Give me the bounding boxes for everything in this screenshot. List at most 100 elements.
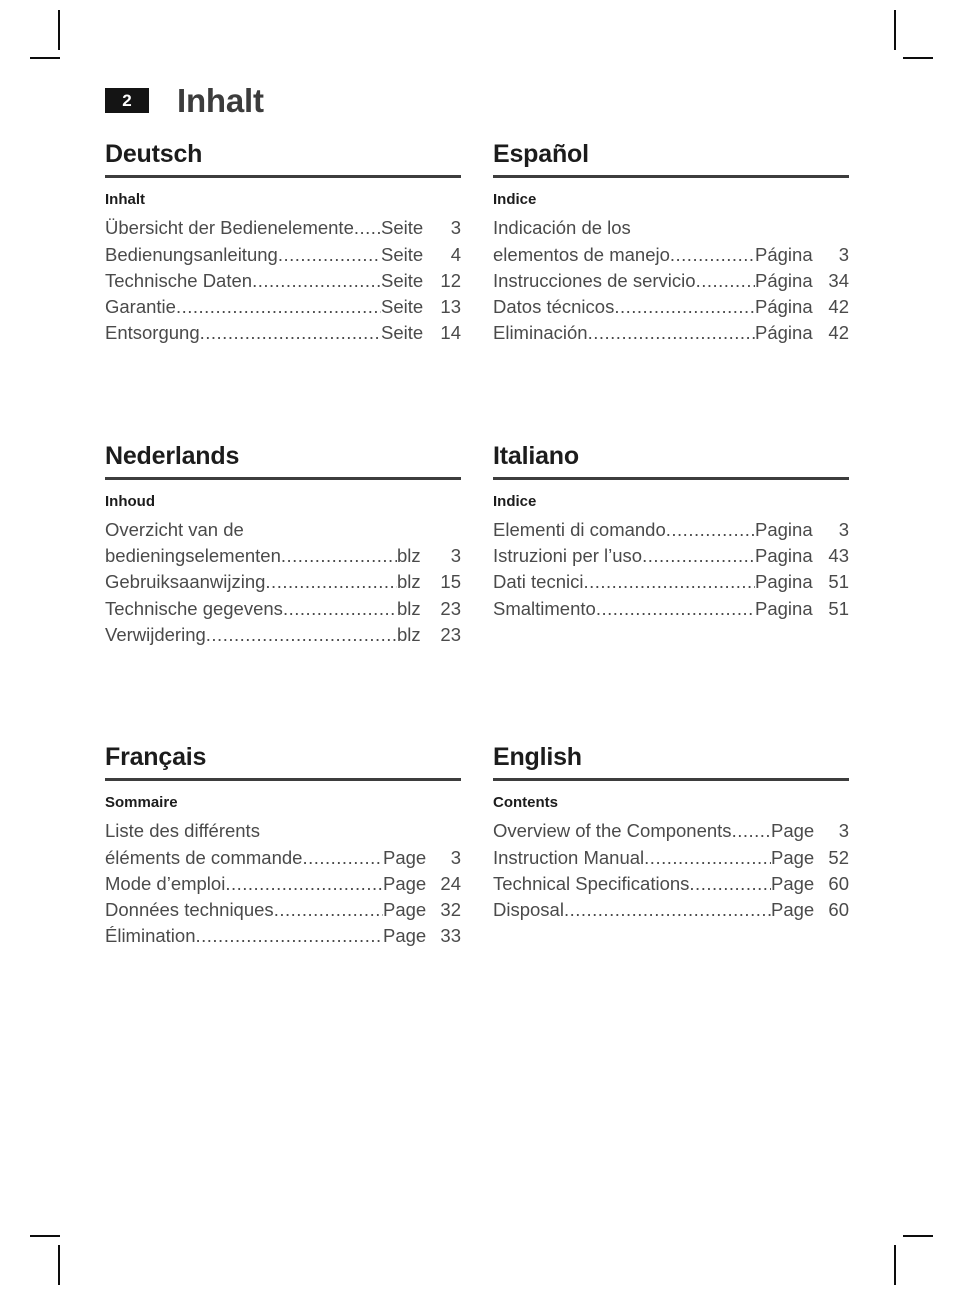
toc-entry-page-label: Pagina [755, 597, 813, 619]
toc-entry-page-label: Pagina [755, 518, 813, 540]
toc-entry-dot-leader: ........................................… [175, 296, 381, 318]
toc-entry-title: Übersicht der Bedienelemente [105, 217, 354, 239]
toc-entry-page-label: Page [383, 925, 427, 947]
toc-entry[interactable]: Élimination.............................… [105, 923, 461, 949]
contents-subheading: Inhalt [105, 191, 145, 208]
toc-entry-title: Datos técnicos [493, 296, 615, 318]
toc-entry-title: Gebruiksaanwijzing [105, 571, 266, 593]
toc-entry-page-label: Page [771, 820, 815, 842]
toc-entry[interactable]: elementos de manejo...................Pá… [493, 242, 849, 268]
toc-entry-page-number: 3 [450, 217, 461, 239]
toc-entry-title: Dati tecnici [493, 571, 584, 593]
toc-entry[interactable]: Entsorgung..............................… [105, 320, 461, 346]
crop-mark-bottom-left-vertical [58, 1245, 60, 1285]
toc-entry-page-label: Página [755, 269, 813, 291]
toc-entry-lead-line: Liste des différents [105, 820, 260, 842]
toc-entry-title: Bedienungsanleitung [105, 243, 278, 265]
toc-entry[interactable]: Gebruiksaanwijzing......................… [105, 569, 461, 595]
contents-subheading: Indice [493, 492, 537, 510]
language-heading: Français [105, 743, 207, 772]
toc-entry-title: Mode d’emploi [105, 872, 226, 894]
toc-entry-dot-leader: ........................................ [195, 925, 384, 947]
toc-entry-dot-leader: .................................... [595, 597, 755, 619]
toc-entry[interactable]: Disposal................................… [493, 897, 849, 923]
crop-mark-bottom-right-horizontal [903, 1235, 933, 1237]
heading-divider [105, 175, 461, 178]
page-header: 2 Inhalt [105, 84, 264, 117]
language-block-espaol: Español Indice Indicación de los elementos … [493, 140, 849, 347]
toc-entry-page-number: 60 [828, 899, 849, 921]
toc-entry-page-number: 23 [440, 597, 461, 619]
toc-entry[interactable]: Eliminación.............................… [493, 320, 849, 346]
toc-entry-dot-leader: .......................... [280, 545, 397, 567]
toc-entry-page-label: Página [755, 322, 813, 344]
toc-entry-title: éléments de commande [105, 846, 303, 868]
toc-entry-page-number: 15 [440, 571, 461, 593]
toc-entry[interactable]: Technische gegevens.....................… [105, 596, 461, 622]
toc-entry-dot-leader: ....... [731, 820, 771, 842]
toc-entry-page-label: Seite [381, 296, 424, 318]
toc-entry-page-label: Page [383, 872, 427, 894]
page-number-badge: 2 [105, 88, 149, 113]
toc-entry-title: Elementi di comando [493, 518, 666, 540]
toc-entry-dot-leader: ............... [695, 269, 755, 291]
toc-entry-dot-leader: ................... [665, 518, 755, 540]
toc-entry-page-label: blz [397, 571, 421, 593]
contents-subheading: Contents [493, 794, 558, 812]
toc-entry-page-number: 12 [440, 269, 461, 291]
toc-entry-page-number: 60 [828, 872, 849, 894]
toc-entry[interactable]: Smaltimento.............................… [493, 596, 849, 622]
language-block-franais: Français Sommaire Liste des différents élém… [105, 743, 461, 950]
toc-entry[interactable]: Garantie................................… [105, 294, 461, 320]
toc-entry[interactable]: bedieningselementen.....................… [105, 543, 461, 569]
toc-entry[interactable]: Instrucciones de servicio...............… [493, 268, 849, 294]
toc-entry-page-label: Seite [381, 322, 424, 344]
toc-entry[interactable]: Verwijdering............................… [105, 622, 461, 648]
toc-entry[interactable]: Istruzioni per l’uso....................… [493, 543, 849, 569]
toc-entry-page-label: Page [771, 872, 815, 894]
toc-entry-dot-leader: ........................................… [563, 899, 771, 921]
toc-entry[interactable]: Bedienungsanleitung.....................… [105, 242, 461, 268]
toc-entry-title: Données techniques [105, 899, 274, 921]
toc-entry-page-number: 51 [828, 571, 849, 593]
toc-entry[interactable]: Elementi di comando...................Pa… [493, 517, 849, 543]
toc-entry[interactable]: Technische Daten........................… [105, 268, 461, 294]
toc-entry-page-label: blz [397, 545, 421, 567]
toc-entry-page-label: Página [755, 296, 813, 318]
toc-entry-dot-leader: ............................ [644, 846, 771, 868]
toc-entry[interactable]: Instruction Manual......................… [493, 845, 849, 871]
toc-entry-dot-leader: .................. [689, 872, 771, 894]
toc-entry-list: Liste des différents éléments de commande… [105, 818, 461, 949]
toc-entry-dot-leader: ................................ [614, 296, 755, 318]
table-of-contents: Deutsch Inhalt Übersicht der Bedienelement… [105, 140, 849, 950]
toc-entry[interactable]: Technical Specifications................… [493, 871, 849, 897]
toc-entry-dot-leader: ...... [353, 217, 381, 239]
toc-entry-title: Overview of the Components [493, 820, 732, 842]
toc-entry-dot-leader: ....................... [273, 899, 383, 921]
toc-entry[interactable]: Datos técnicos..........................… [493, 294, 849, 320]
toc-entry[interactable]: éléments de commande................Page… [105, 845, 461, 871]
toc-entry-page-label: blz [397, 623, 421, 645]
toc-entry-page-number: 34 [828, 269, 849, 291]
language-heading: Deutsch [105, 140, 203, 168]
toc-entry-dot-leader: ............................. [252, 269, 381, 291]
toc-entry-title: Technische gegevens [105, 597, 283, 619]
toc-entry-list: Indicación de los elementos de manejo....… [493, 215, 849, 346]
toc-entry-page-number: 3 [450, 545, 461, 567]
toc-entry-page-label: Page [771, 846, 815, 868]
toc-entry-dot-leader: ................ [302, 846, 383, 868]
crop-mark-top-left-vertical [58, 10, 60, 50]
language-heading: Italiano [493, 441, 579, 470]
toc-entry[interactable]: Dati tecnici............................… [493, 569, 849, 595]
toc-entry[interactable]: Données techniques......................… [105, 897, 461, 923]
toc-entry-dot-leader: ........................................… [205, 623, 397, 645]
toc-entry-page-number: 14 [440, 322, 461, 344]
toc-entry[interactable]: Übersicht der Bedienelemente......Seite 3 [105, 215, 461, 241]
language-heading: Español [493, 140, 589, 168]
toc-entry-page-label: blz [397, 597, 421, 619]
toc-entry[interactable]: Mode d’emploi...........................… [105, 871, 461, 897]
toc-entry-page-label: Seite [381, 217, 424, 239]
contents-subheading: Sommaire [105, 794, 178, 812]
toc-entry[interactable]: Overview of the Components....... Page 3 [493, 818, 849, 844]
language-block-italiano: Italiano Indice Elementi di comando.......… [493, 442, 849, 649]
